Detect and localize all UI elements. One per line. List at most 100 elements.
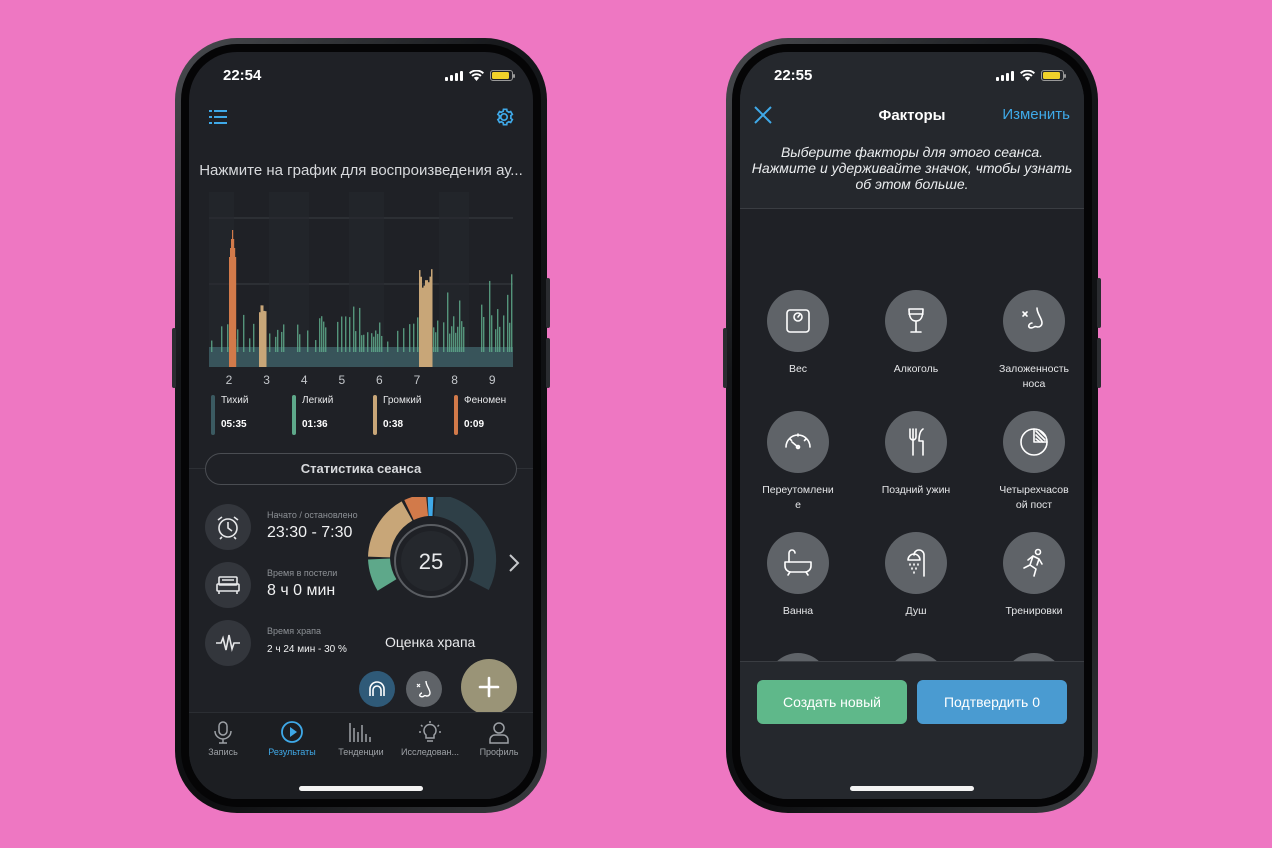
tab-profile[interactable]: Профиль: [464, 719, 533, 757]
legend-value: 0:38: [383, 419, 404, 430]
legend-swatch: [292, 395, 296, 435]
legend-swatch: [454, 395, 458, 435]
add-button[interactable]: [461, 659, 517, 715]
snore-spike: [449, 333, 451, 352]
snore-spike: [297, 324, 299, 352]
phone-results: 22:54 Нажмите на график для воспроизведе…: [172, 38, 550, 813]
snore-spike: [373, 336, 375, 352]
loud-spike: [265, 311, 267, 367]
snore-time-value: 2 ч 24 мин - 30 %: [267, 644, 347, 655]
signal-icon: [996, 70, 1014, 81]
legend-label: Громкий: [383, 395, 422, 406]
loud-spike: [429, 276, 431, 367]
menu-list-icon[interactable]: [207, 106, 229, 128]
legend-item: Феномен 0:09: [454, 395, 506, 435]
nose-icon: [416, 680, 431, 698]
play-icon: [281, 721, 303, 743]
legend-item: Легкий 01:36: [292, 395, 333, 435]
settings-gear-icon[interactable]: [493, 106, 515, 128]
mouthguard-remedy-button[interactable]: [359, 671, 395, 707]
factor-label: Переутомление: [762, 484, 834, 511]
loud-spike: [426, 280, 428, 367]
create-new-button[interactable]: Создать новый: [757, 680, 907, 724]
snore-spike: [417, 317, 419, 352]
plus-icon: [478, 676, 500, 698]
snore-spike: [381, 335, 383, 352]
loud-spike: [263, 310, 265, 367]
person-icon: [489, 722, 509, 744]
snore-spike: [481, 304, 483, 352]
factor-speedometer[interactable]: Переутомление: [743, 411, 853, 513]
loud-spike: [259, 312, 261, 367]
home-indicator: [850, 786, 974, 791]
factor-pie-clock[interactable]: Четырехчасовой пост: [979, 411, 1084, 513]
results-screen: 22:54 Нажмите на график для воспроизведе…: [189, 52, 533, 799]
factor-label: Вес: [788, 363, 808, 375]
snore-spike: [323, 321, 325, 352]
snore-spike: [281, 331, 283, 352]
wine-glass-icon: [885, 290, 947, 352]
snore-spike: [403, 328, 405, 352]
factor-running[interactable]: Тренировки: [979, 532, 1084, 619]
factor-shower[interactable]: Душ: [861, 532, 971, 619]
snore-score-gauge[interactable]: 25: [367, 497, 497, 617]
snore-spike: [433, 327, 435, 352]
factor-wine-glass[interactable]: Алкоголь: [861, 290, 971, 377]
nose-factor-button[interactable]: [406, 671, 442, 707]
snore-spike: [489, 280, 491, 352]
snore-spike: [461, 321, 463, 352]
legend-item: Тихий 05:35: [211, 395, 248, 435]
tab-trends-label: Тенденции: [338, 747, 384, 757]
loud-spike: [422, 287, 424, 367]
tab-record[interactable]: Запись: [189, 719, 258, 757]
snore-spike: [457, 326, 459, 352]
factors-footer: Создать новый Подтвердить 0: [740, 661, 1084, 799]
factors-instructions: Выберите факторы для этого сеанса. Нажми…: [751, 144, 1073, 192]
factor-bathtub[interactable]: Ванна: [743, 532, 853, 619]
factor-label: Поздний ужин: [881, 484, 951, 496]
snore-spike: [353, 306, 355, 352]
snore-spike: [453, 316, 455, 352]
battery-icon: [1041, 70, 1066, 81]
confirm-button[interactable]: Подтвердить 0: [917, 680, 1067, 724]
loud-spike: [420, 276, 422, 367]
snore-spike: [371, 333, 373, 352]
session-stats-button[interactable]: Статистика сеанса: [205, 453, 517, 485]
tab-profile-label: Профиль: [479, 747, 519, 757]
snore-spike: [283, 324, 285, 352]
snore-spike: [337, 321, 339, 352]
factor-scale[interactable]: Вес: [743, 290, 853, 377]
snore-chart[interactable]: [209, 192, 513, 367]
legend-value: 05:35: [221, 419, 247, 430]
snore-spike: [307, 330, 309, 352]
chevron-right-icon[interactable]: [507, 552, 521, 574]
x-tick-label: 9: [488, 373, 496, 387]
factor-fork-knife[interactable]: Поздний ужин: [861, 411, 971, 498]
bathtub-icon: [767, 532, 829, 594]
start-stop-label: Начато / остановлено: [267, 510, 358, 520]
x-tick-label: 4: [300, 373, 308, 387]
factors-grid: Вес Алкоголь Заложенность носа Переутомлени…: [740, 274, 1084, 674]
snore-spike: [509, 322, 511, 352]
tab-trends[interactable]: Тенденции: [326, 719, 396, 757]
snore-spike: [269, 333, 271, 352]
snore-spike: [355, 331, 357, 352]
snore-spike: [459, 300, 461, 352]
running-icon: [1003, 532, 1065, 594]
bars-icon: [349, 723, 371, 742]
x-tick-label: 6: [376, 373, 383, 387]
tab-results[interactable]: Результаты: [257, 719, 327, 757]
snore-spike: [451, 326, 453, 352]
snore-spike: [367, 332, 369, 352]
snore-spike: [455, 332, 457, 352]
factor-nose[interactable]: Заложенность носа: [979, 290, 1084, 392]
snore-score-label: Оценка храпа: [385, 634, 476, 650]
speedometer-icon: [767, 411, 829, 473]
x-tick-label: 5: [338, 373, 346, 387]
microphone-icon: [214, 721, 232, 744]
loud-spike: [423, 285, 425, 367]
edit-button[interactable]: Изменить: [1002, 106, 1070, 123]
fork-knife-icon: [885, 411, 947, 473]
tab-research[interactable]: Исследован...: [395, 719, 465, 757]
signal-icon: [445, 70, 463, 81]
